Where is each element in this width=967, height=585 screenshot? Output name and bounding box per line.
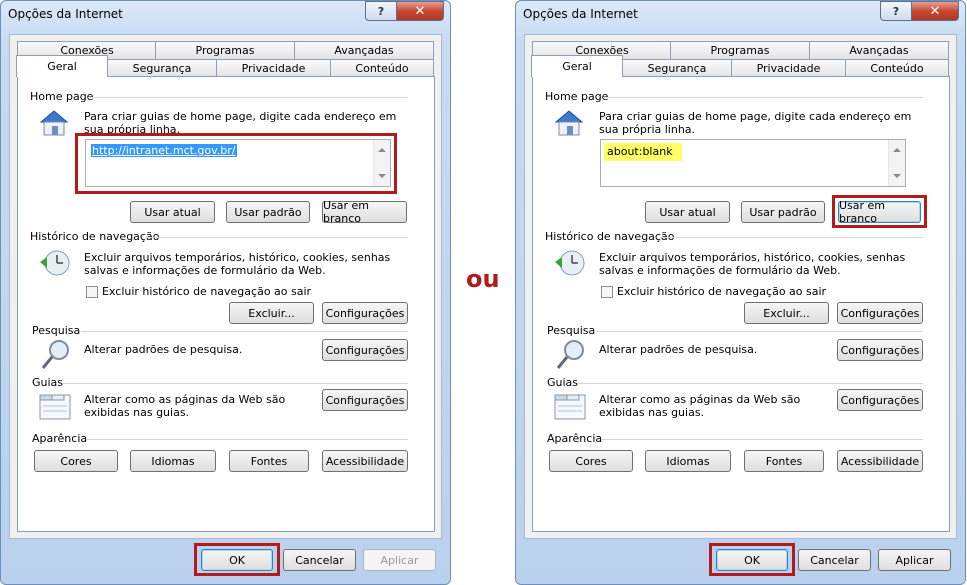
home-icon (39, 110, 69, 136)
use-current-button[interactable]: Usar atual (130, 201, 215, 223)
home-page-textarea[interactable]: about:blank (600, 139, 906, 187)
close-button[interactable]: ✕ (396, 1, 444, 21)
history-label: Histórico de navegação (30, 230, 160, 243)
tabs-icon (39, 394, 71, 420)
help-button[interactable]: ? (365, 1, 397, 21)
tab-avancadas[interactable]: Avançadas (809, 41, 949, 59)
divider (88, 97, 408, 98)
tab-conteudo[interactable]: Conteúdo (330, 59, 434, 77)
fonts-button[interactable]: Fontes (744, 450, 824, 472)
use-current-button[interactable]: Usar atual (645, 201, 730, 223)
tabs-description: Alterar como as páginas da Web são exibi… (599, 393, 801, 419)
delete-history-button[interactable]: Excluir... (229, 302, 314, 324)
tab-programas[interactable]: Programas (670, 41, 810, 59)
history-description: Excluir arquivos temporários, histórico,… (84, 251, 391, 277)
history-settings-button[interactable]: Configurações (837, 302, 923, 324)
window-title: Opções da Internet (523, 7, 638, 21)
highlight-box-blank (832, 195, 927, 228)
history-label: Histórico de navegação (545, 230, 675, 243)
internet-options-dialog-right: Opções da Internet ? ✕ Conexões Programa… (515, 0, 966, 585)
highlight-box-ok (194, 543, 280, 576)
delete-history-on-exit-checkbox[interactable] (86, 286, 98, 298)
home-page-description: Para criar guias de home page, digite ca… (599, 110, 912, 136)
tabs-label: Guias (32, 376, 64, 389)
use-default-button[interactable]: Usar padrão (741, 201, 825, 223)
use-blank-button[interactable]: Usar em branco (322, 199, 407, 225)
tabs-settings-button[interactable]: Configurações (837, 389, 923, 411)
ou-label: ou (466, 265, 500, 293)
search-icon (556, 340, 584, 369)
search-settings-button[interactable]: Configurações (322, 339, 408, 361)
tab-programas[interactable]: Programas (155, 41, 295, 59)
tab-conteudo[interactable]: Conteúdo (845, 59, 949, 77)
search-icon (41, 340, 69, 369)
tabs-label: Guias (547, 376, 579, 389)
languages-button[interactable]: Idiomas (645, 450, 731, 472)
tab-avancadas[interactable]: Avançadas (294, 41, 434, 59)
search-settings-button[interactable]: Configurações (837, 339, 923, 361)
tabs-icon (554, 394, 586, 420)
history-clock-icon (40, 250, 70, 276)
search-label: Pesquisa (32, 324, 81, 337)
tab-geral[interactable]: Geral (531, 55, 623, 77)
home-page-label: Home page (545, 90, 609, 103)
delete-history-button[interactable]: Excluir... (744, 302, 829, 324)
search-description: Alterar padrões de pesquisa. (84, 343, 243, 356)
home-page-url: about:blank (604, 143, 682, 161)
apply-button[interactable]: Aplicar (363, 549, 436, 571)
tab-geral[interactable]: Geral (16, 55, 108, 77)
cancel-button[interactable]: Cancelar (798, 549, 871, 571)
divider (63, 383, 408, 384)
delete-history-checkbox-label: Excluir histórico de navegação ao sair (102, 285, 312, 298)
accessibility-button[interactable]: Acessibilidade (837, 450, 923, 472)
tabs-description: Alterar como as páginas da Web são exibi… (84, 393, 286, 419)
divider (146, 237, 408, 238)
use-default-button[interactable]: Usar padrão (226, 201, 310, 223)
history-clock-icon (555, 250, 585, 276)
fonts-button[interactable]: Fontes (229, 450, 309, 472)
divider (661, 237, 923, 238)
divider (596, 331, 923, 332)
colors-button[interactable]: Cores (34, 450, 118, 472)
delete-history-on-exit-checkbox[interactable] (601, 286, 613, 298)
divider (603, 97, 923, 98)
divider (86, 439, 408, 440)
appearance-label: Aparência (547, 432, 603, 445)
appearance-label: Aparência (32, 432, 88, 445)
divider (601, 439, 923, 440)
apply-button[interactable]: Aplicar (878, 549, 951, 571)
history-settings-button[interactable]: Configurações (322, 302, 408, 324)
colors-button[interactable]: Cores (549, 450, 633, 472)
home-icon (554, 110, 584, 136)
tab-privacidade[interactable]: Privacidade (731, 59, 846, 77)
tab-seguranca[interactable]: Segurança (622, 59, 732, 77)
search-label: Pesquisa (547, 324, 596, 337)
delete-history-checkbox-label: Excluir histórico de navegação ao sair (617, 285, 827, 298)
internet-options-dialog-left: Opções da Internet ? ✕ Conexões Programa… (0, 0, 451, 585)
tab-privacidade[interactable]: Privacidade (216, 59, 331, 77)
textarea-scrollbar[interactable] (888, 140, 905, 186)
cancel-button[interactable]: Cancelar (283, 549, 356, 571)
highlight-box-ok (709, 543, 795, 576)
tabs-settings-button[interactable]: Configurações (322, 389, 408, 411)
search-description: Alterar padrões de pesquisa. (599, 343, 758, 356)
divider (578, 383, 923, 384)
languages-button[interactable]: Idiomas (130, 450, 216, 472)
window-title: Opções da Internet (8, 7, 123, 21)
highlight-box-homepage (75, 133, 397, 194)
divider (81, 331, 408, 332)
home-page-label: Home page (30, 90, 94, 103)
accessibility-button[interactable]: Acessibilidade (322, 450, 408, 472)
help-button[interactable]: ? (880, 1, 912, 21)
history-description: Excluir arquivos temporários, histórico,… (599, 251, 906, 277)
close-button[interactable]: ✕ (911, 1, 959, 21)
tab-seguranca[interactable]: Segurança (107, 59, 217, 77)
